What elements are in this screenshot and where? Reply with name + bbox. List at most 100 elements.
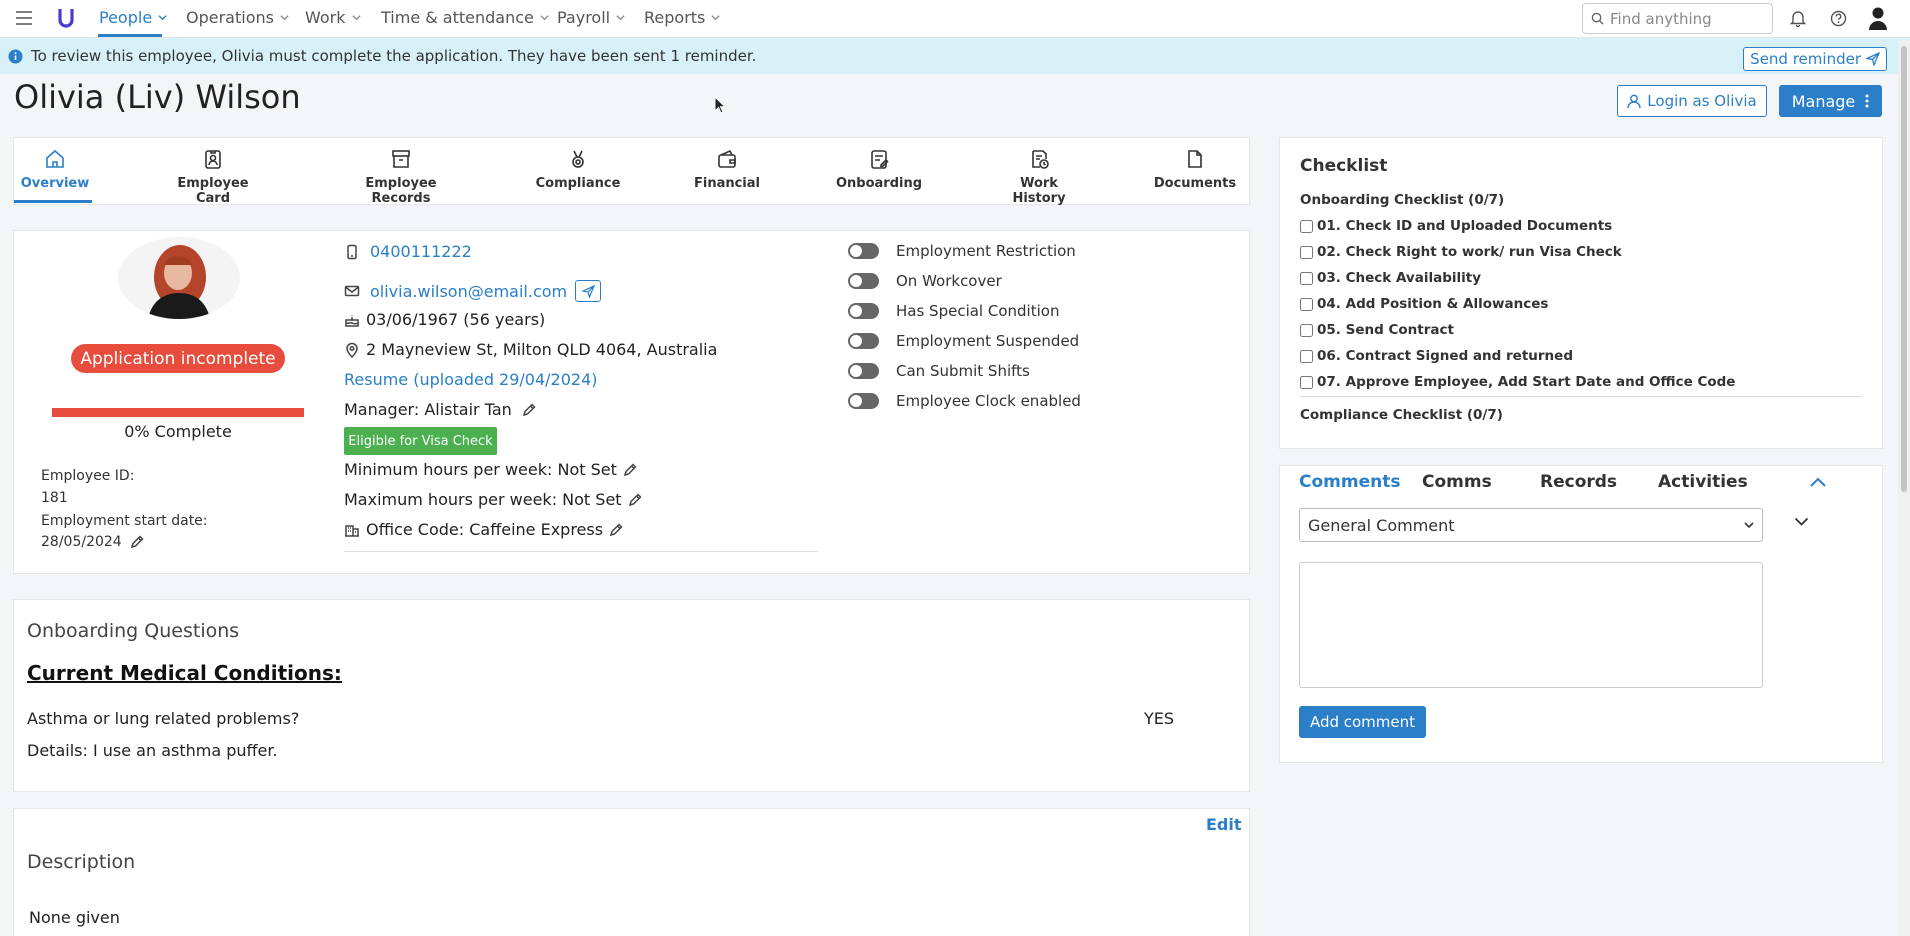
toggle-employment-suspended[interactable] (848, 333, 879, 349)
search-input[interactable]: Find anything (1582, 3, 1773, 34)
toggle-on-workcover[interactable] (848, 273, 879, 289)
checklist-item[interactable]: 04. Add Position & Allowances (1300, 296, 1548, 312)
mobile-icon (347, 244, 357, 259)
checklist-title: Checklist (1300, 156, 1388, 176)
nav-reports[interactable]: Reports (644, 8, 720, 27)
tab-onboarding[interactable]: Onboarding (833, 148, 925, 191)
status-badge: Application incomplete (71, 344, 285, 373)
office-code-row: Office Code: Caffeine Express (344, 520, 623, 539)
send-icon (581, 284, 595, 298)
description-text: None given (29, 908, 120, 927)
pencil-icon[interactable] (130, 535, 144, 549)
scrollbar[interactable] (1898, 40, 1910, 936)
tab-compliance[interactable]: Compliance (533, 148, 623, 191)
checkbox[interactable] (1300, 375, 1313, 389)
more-vertical-icon (1865, 94, 1869, 108)
address-row: 2 Mayneview St, Milton QLD 4064, Austral… (344, 340, 717, 359)
nav-work[interactable]: Work (305, 8, 361, 27)
clipboard-edit-icon (871, 150, 889, 169)
checkbox[interactable] (1300, 349, 1313, 363)
progress-text: 0% Complete (124, 422, 232, 441)
phone-link[interactable]: 0400111222 (370, 242, 472, 261)
toggle-clock-enabled[interactable] (848, 393, 879, 409)
question-text: Asthma or lung related problems? (27, 709, 300, 728)
max-hours-row: Maximum hours per week: Not Set (344, 490, 642, 509)
mouse-cursor-icon (714, 96, 726, 114)
add-comment-button[interactable]: Add comment (1299, 706, 1426, 738)
history-icon (1032, 150, 1049, 169)
min-hours-row: Minimum hours per week: Not Set (344, 460, 637, 479)
start-date-value: 28/05/2024 (41, 534, 122, 550)
help-icon[interactable] (1830, 10, 1847, 27)
banner-text: To review this employee, Olivia must com… (31, 47, 757, 65)
app-logo-icon[interactable] (57, 7, 75, 29)
wallet-icon (718, 149, 736, 168)
tab-documents[interactable]: Documents (1154, 148, 1236, 191)
checklist-item[interactable]: 07. Approve Employee, Add Start Date and… (1300, 374, 1735, 390)
manage-button[interactable]: Manage (1779, 85, 1882, 117)
pencil-icon[interactable] (609, 522, 623, 537)
tab-records[interactable]: Records (1540, 472, 1617, 492)
resume-link[interactable]: Resume (uploaded 29/04/2024) (344, 370, 598, 389)
comment-type-select[interactable]: General Comment (1299, 508, 1763, 542)
chevron-down-icon (1744, 521, 1754, 528)
tab-employee-records[interactable]: Employee Records (340, 148, 462, 206)
send-email-button[interactable] (575, 280, 602, 302)
pencil-icon[interactable] (628, 492, 642, 507)
toggle-submit-shifts[interactable] (848, 363, 879, 379)
employee-id-label: Employee ID: (41, 468, 135, 484)
page-title: Olivia (Liv) Wilson (14, 78, 301, 116)
checklist-item[interactable]: 05. Send Contract (1300, 322, 1454, 338)
nav-payroll[interactable]: Payroll (557, 8, 625, 27)
progress-bar-fill (52, 408, 304, 417)
nav-time-attendance[interactable]: Time & attendance (381, 8, 549, 27)
description-card (13, 808, 1250, 936)
chevron-up-icon[interactable] (1809, 477, 1827, 488)
visa-badge: Eligible for Visa Check (344, 427, 497, 455)
map-pin-icon (346, 342, 358, 358)
comment-textarea[interactable] (1299, 562, 1763, 688)
pencil-icon[interactable] (623, 462, 637, 477)
checkbox[interactable] (1300, 323, 1313, 337)
tab-financial[interactable]: Financial (690, 148, 764, 191)
hamburger-menu-icon[interactable] (16, 11, 32, 25)
checkbox[interactable] (1300, 271, 1313, 285)
tab-employee-card[interactable]: Employee Card (163, 148, 263, 206)
checkbox[interactable] (1300, 245, 1313, 259)
id-badge-icon (205, 150, 221, 169)
checklist-item[interactable]: 06. Contract Signed and returned (1300, 348, 1573, 364)
phone-row: 0400111222 (344, 242, 472, 261)
nav-operations[interactable]: Operations (186, 8, 289, 27)
medical-heading: Current Medical Conditions: (27, 661, 342, 685)
edit-link[interactable]: Edit (1206, 815, 1242, 834)
info-banner: To review this employee, Olivia must com… (0, 38, 1910, 74)
progress-bar (52, 408, 304, 417)
checklist-item[interactable]: 02. Check Right to work/ run Visa Check (1300, 244, 1622, 260)
checkbox[interactable] (1300, 219, 1313, 233)
pencil-icon[interactable] (522, 402, 536, 417)
user-avatar-icon[interactable] (1868, 6, 1888, 30)
login-as-button[interactable]: Login as Olivia (1617, 85, 1767, 117)
tab-overview[interactable]: Overview (21, 148, 89, 191)
tab-activities[interactable]: Activities (1658, 472, 1748, 492)
toggle-label: Can Submit Shifts (896, 362, 1030, 380)
email-link[interactable]: olivia.wilson@email.com (370, 282, 567, 301)
checkbox[interactable] (1300, 297, 1313, 311)
tab-work-history[interactable]: Work History (994, 148, 1084, 206)
checklist-item[interactable]: 01. Check ID and Uploaded Documents (1300, 218, 1612, 234)
tab-comments[interactable]: Comments (1299, 472, 1400, 492)
dob-row: 03/06/1967 (56 years) (344, 310, 545, 329)
divider (344, 551, 818, 552)
tab-comms[interactable]: Comms (1422, 472, 1492, 492)
compliance-checklist-title[interactable]: Compliance Checklist (0/7) (1300, 407, 1503, 423)
toggle-special-condition[interactable] (848, 303, 879, 319)
user-icon (1627, 94, 1641, 108)
checklist-item[interactable]: 03. Check Availability (1300, 270, 1481, 286)
toggle-employment-restriction[interactable] (848, 243, 879, 259)
toggle-label: Employment Restriction (896, 242, 1076, 260)
chevron-down-icon[interactable] (1794, 517, 1809, 526)
scrollbar-thumb[interactable] (1901, 46, 1907, 492)
bell-icon[interactable] (1790, 10, 1806, 27)
nav-people[interactable]: People (99, 8, 167, 27)
send-reminder-button[interactable]: Send reminder (1743, 47, 1887, 71)
